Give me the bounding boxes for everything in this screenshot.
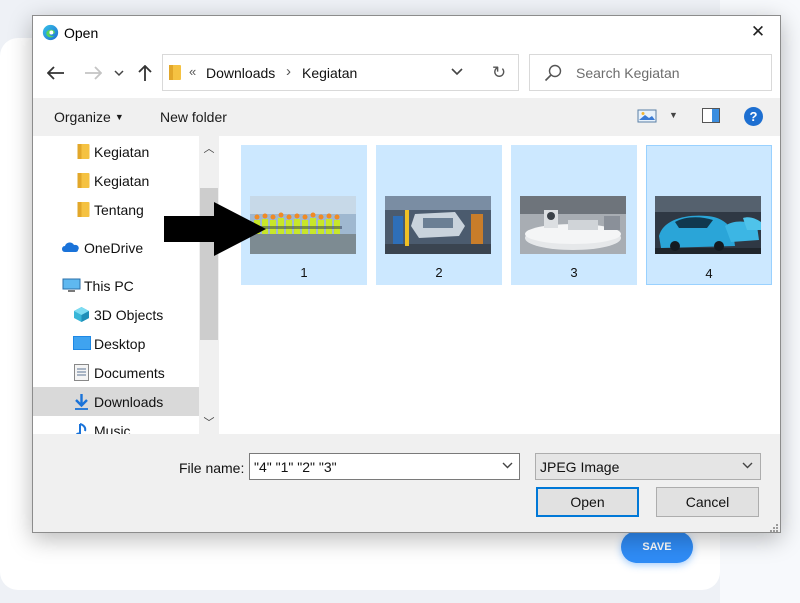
change-view-icon[interactable]	[637, 109, 657, 123]
search-input[interactable]	[576, 57, 766, 88]
address-dropdown-button[interactable]	[451, 63, 463, 80]
thumbnail-image	[520, 196, 626, 254]
documents-icon	[74, 364, 89, 381]
navigation-pane: Kegiatan Kegiatan Tentang OneDrive This …	[33, 136, 220, 434]
file-name-label: File name:	[179, 460, 245, 476]
breadcrumb-overflow[interactable]: «	[189, 64, 196, 79]
caret-down-icon: ▼	[114, 112, 124, 122]
scroll-up-icon[interactable]: ︿	[199, 140, 219, 156]
breadcrumb-kegiatan[interactable]: Kegiatan	[302, 65, 357, 81]
close-icon: ✕	[750, 22, 766, 41]
chevron-down-icon[interactable]	[502, 458, 513, 472]
nav-item-downloads[interactable]: Downloads	[33, 387, 199, 416]
nav-item-label: 3D Objects	[94, 307, 164, 323]
search-icon	[544, 64, 562, 82]
nav-item-this-pc[interactable]: This PC	[33, 271, 199, 300]
organize-button[interactable]: Organize ▼	[54, 109, 124, 125]
nav-item-label: Music	[94, 423, 131, 434]
organize-label: Organize	[54, 109, 111, 125]
file-tile-2[interactable]: 2	[376, 145, 502, 285]
file-type-select[interactable]: JPEG Image	[535, 453, 761, 480]
computer-icon	[62, 278, 81, 292]
new-folder-button[interactable]: New folder	[160, 109, 227, 125]
file-type-value: JPEG Image	[540, 459, 620, 475]
nav-item-music[interactable]: Music	[33, 416, 199, 434]
nav-item-3d-objects[interactable]: 3D Objects	[33, 300, 199, 329]
nav-item-kegiatan[interactable]: Kegiatan	[33, 137, 199, 166]
chevron-down-icon[interactable]	[742, 458, 753, 472]
forward-button[interactable]	[82, 63, 104, 83]
desktop-icon	[73, 336, 91, 350]
title-bar: Open ✕	[33, 16, 780, 50]
up-button[interactable]	[135, 63, 155, 83]
save-button[interactable]: SAVE	[621, 531, 693, 563]
file-list-pane: 1 2 3 4	[221, 136, 780, 434]
nav-item-label: OneDrive	[84, 240, 144, 256]
pointer-arrow-icon	[164, 202, 266, 256]
breadcrumb-downloads[interactable]: Downloads	[206, 65, 275, 81]
music-icon	[75, 423, 87, 434]
nav-item-label: This PC	[84, 278, 134, 294]
cube-icon	[74, 307, 89, 322]
thumbnail-image	[385, 196, 491, 254]
help-button[interactable]: ?	[744, 107, 763, 126]
download-icon	[75, 394, 88, 410]
thumbnail-image	[655, 196, 761, 254]
folder-icon	[77, 173, 90, 188]
chevron-down-icon	[114, 69, 124, 76]
address-bar[interactable]: « Downloads › Kegiatan	[162, 54, 519, 91]
refresh-button[interactable]: ↻	[480, 54, 519, 91]
open-button[interactable]: Open	[536, 487, 639, 517]
nav-item-label: Documents	[94, 365, 165, 381]
dialog-title: Open	[64, 25, 99, 41]
edge-logo-icon	[42, 24, 59, 41]
cancel-button[interactable]: Cancel	[656, 487, 759, 517]
search-box[interactable]	[529, 54, 772, 91]
preview-pane-icon[interactable]	[702, 108, 720, 123]
nav-item-documents[interactable]: Documents	[33, 358, 199, 387]
folder-icon	[169, 65, 181, 80]
view-options-caret-icon[interactable]: ▼	[669, 110, 678, 120]
breadcrumb-separator-icon[interactable]: ›	[286, 63, 291, 80]
folder-icon	[77, 144, 90, 159]
file-tile-4[interactable]: 4	[646, 145, 772, 285]
refresh-icon: ↻	[491, 62, 507, 82]
file-name-label: 4	[705, 266, 713, 281]
resize-grip-icon[interactable]	[768, 522, 778, 532]
chevron-down-icon	[451, 68, 463, 76]
file-tile-3[interactable]: 3	[511, 145, 637, 285]
command-toolbar: Organize ▼ New folder ▼ ?	[33, 98, 780, 136]
scroll-down-icon[interactable]: ﹀	[199, 414, 219, 430]
open-file-dialog: Open ✕ « Downloads › Kegiatan ↻ Search K…	[32, 15, 781, 533]
arrow-right-icon	[85, 66, 102, 80]
nav-item-label: Kegiatan	[94, 173, 150, 189]
folder-icon	[77, 202, 90, 217]
nav-scrollbar[interactable]: ︿ ﹀	[199, 136, 219, 434]
cloud-icon	[62, 242, 79, 252]
nav-item-label: Tentang	[94, 202, 144, 218]
dialog-footer: File name: JPEG Image Open Cancel	[33, 434, 780, 532]
nav-item-label: Downloads	[94, 394, 164, 410]
nav-item-label: Kegiatan	[94, 144, 150, 160]
back-button[interactable]	[45, 63, 67, 83]
arrow-up-icon	[138, 64, 152, 81]
nav-item-kegiatan[interactable]: Kegiatan	[33, 166, 199, 195]
file-name-input[interactable]	[254, 456, 494, 477]
recent-locations-button[interactable]	[112, 63, 126, 83]
file-name-combobox[interactable]	[249, 453, 520, 480]
file-name-label: 2	[435, 265, 443, 280]
address-row: « Downloads › Kegiatan ↻	[33, 52, 780, 96]
close-button[interactable]: ✕	[736, 16, 780, 48]
file-name-label: 3	[570, 265, 578, 280]
arrow-left-icon	[47, 66, 64, 80]
file-name-label: 1	[300, 265, 308, 280]
nav-item-desktop[interactable]: Desktop	[33, 329, 199, 358]
nav-item-label: Desktop	[94, 336, 146, 352]
